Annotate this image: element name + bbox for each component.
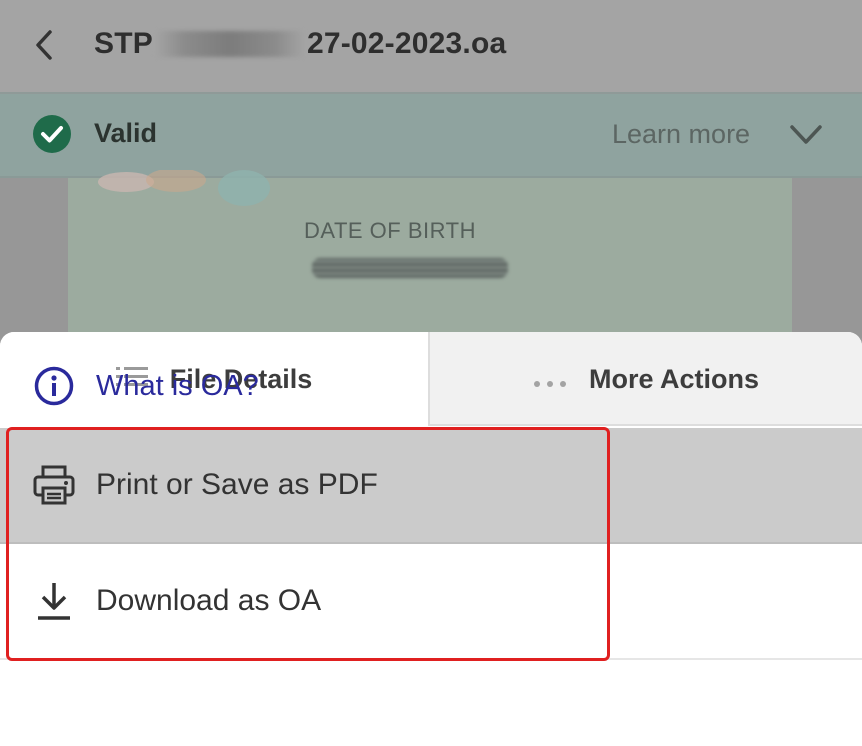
certificate-decoration — [96, 168, 276, 212]
printer-icon — [32, 463, 76, 507]
back-button[interactable] — [30, 26, 60, 66]
status-label: Valid — [94, 118, 158, 148]
file-title-suffix: 27-02-2023.oa — [306, 27, 507, 61]
redacted-text — [312, 258, 508, 278]
action-label: Download as OA — [96, 584, 322, 617]
redacted-text — [154, 31, 305, 58]
more-horizontal-icon — [533, 364, 567, 395]
check-circle-icon — [32, 114, 72, 154]
file-title: STP 27-02-2023.oa — [94, 26, 506, 61]
print-or-save-pdf-button[interactable]: Print or Save as PDF — [0, 428, 862, 544]
tab-more-actions[interactable]: More Actions — [430, 332, 862, 426]
info-icon[interactable] — [34, 366, 74, 406]
what-is-oa-link[interactable]: What is OA? — [96, 370, 259, 403]
action-label: Print or Save as PDF — [96, 468, 378, 501]
date-of-birth-label: DATE OF BIRTH — [304, 218, 476, 243]
chevron-down-icon[interactable] — [788, 122, 824, 148]
download-as-oa-button[interactable]: Download as OA — [0, 544, 862, 660]
chevron-left-icon — [36, 30, 52, 60]
learn-more-link[interactable]: Learn more — [612, 119, 750, 150]
what-is-oa-row[interactable] — [0, 668, 862, 746]
tab-underline — [428, 424, 862, 426]
file-title-prefix: STP — [94, 27, 153, 61]
tab-label: More Actions — [588, 363, 759, 394]
download-icon — [32, 579, 76, 623]
